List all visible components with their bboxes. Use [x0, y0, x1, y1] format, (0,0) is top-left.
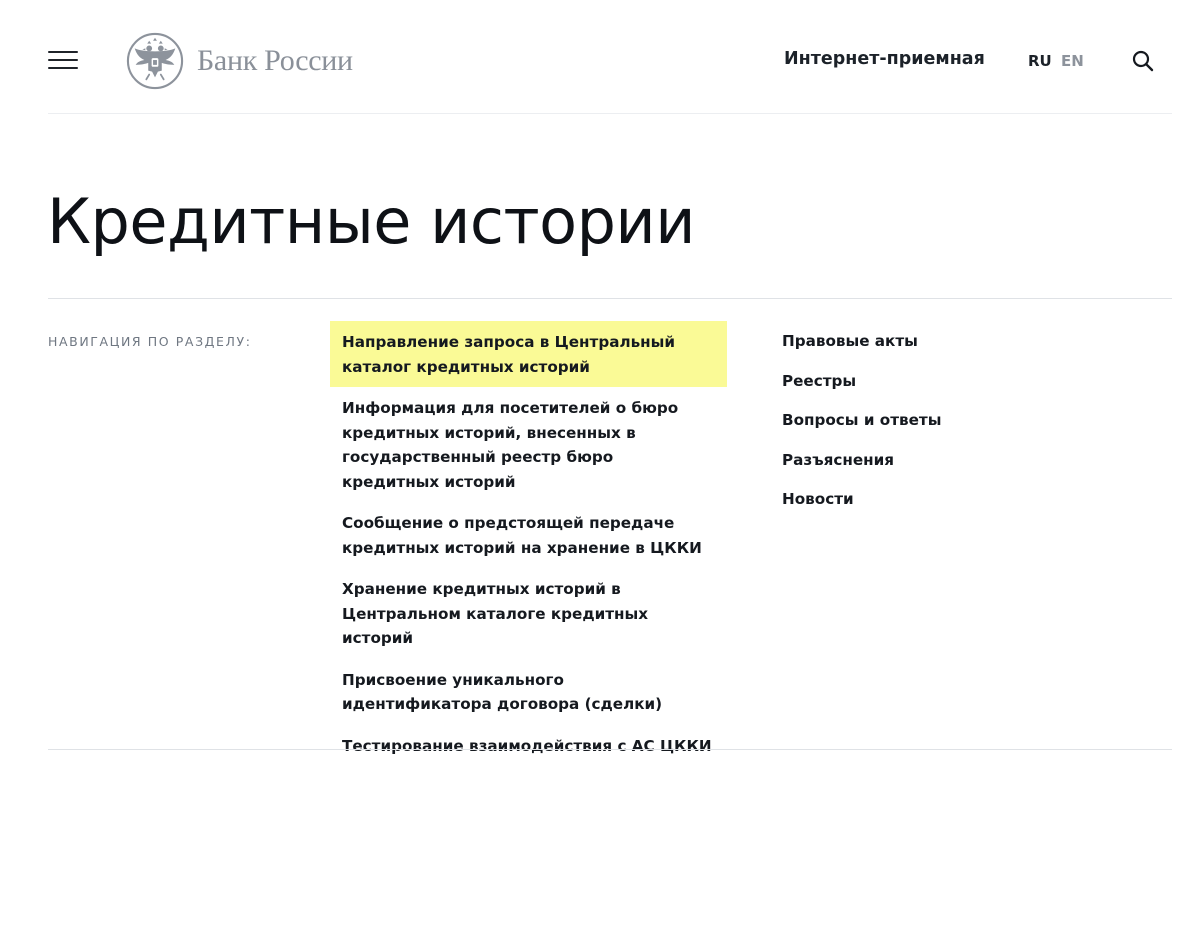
page-title: Кредитные истории	[47, 185, 696, 258]
section-nav-label: НАВИГАЦИЯ ПО РАЗДЕЛУ:	[48, 334, 252, 349]
title-divider	[48, 298, 1172, 299]
language-ru[interactable]: RU	[1028, 52, 1052, 70]
search-icon[interactable]	[1131, 49, 1155, 73]
menu-bar	[48, 67, 78, 69]
nav-link-unique-id[interactable]: Присвоение уникального идентификатора до…	[330, 659, 727, 725]
nav-link-news[interactable]: Новости	[770, 479, 1070, 519]
menu-bar	[48, 51, 78, 53]
double-headed-eagle-icon	[126, 32, 184, 90]
nav-link-faq[interactable]: Вопросы и ответы	[770, 400, 1070, 440]
nav-link-clarifications[interactable]: Разъяснения	[770, 440, 1070, 480]
section-nav-secondary: Правовые акты Реестры Вопросы и ответы Р…	[770, 321, 1070, 519]
nav-link-registers[interactable]: Реестры	[770, 361, 1070, 401]
magnifier-glyph	[1132, 50, 1154, 72]
logo-link[interactable]: Банк России	[126, 31, 353, 91]
nav-link-storage[interactable]: Хранение кредитных историй в Центральном…	[330, 568, 727, 659]
nav-link-transfer-notice[interactable]: Сообщение о предстоящей передаче кредитн…	[330, 502, 727, 568]
header-divider	[48, 113, 1172, 114]
nav-link-testing[interactable]: Тестирование взаимодействия с АС ЦККИ	[330, 725, 727, 767]
logo-text: Банк России	[197, 44, 353, 77]
section-nav-primary: Направление запроса в Центральный катало…	[330, 321, 727, 766]
nav-link-catalog-request[interactable]: Направление запроса в Центральный катало…	[330, 321, 727, 387]
language-en[interactable]: EN	[1061, 52, 1084, 70]
hamburger-menu-icon[interactable]	[48, 48, 78, 72]
nav-link-bureau-info[interactable]: Информация для посетителей о бюро кредит…	[330, 387, 727, 502]
site-header: Банк России Интернет-приемная RU EN	[0, 0, 1200, 114]
menu-bar	[48, 59, 78, 61]
nav-link-legal-acts[interactable]: Правовые акты	[770, 321, 1070, 361]
content-divider	[48, 749, 1172, 750]
internet-reception-link[interactable]: Интернет-приемная	[784, 49, 985, 69]
